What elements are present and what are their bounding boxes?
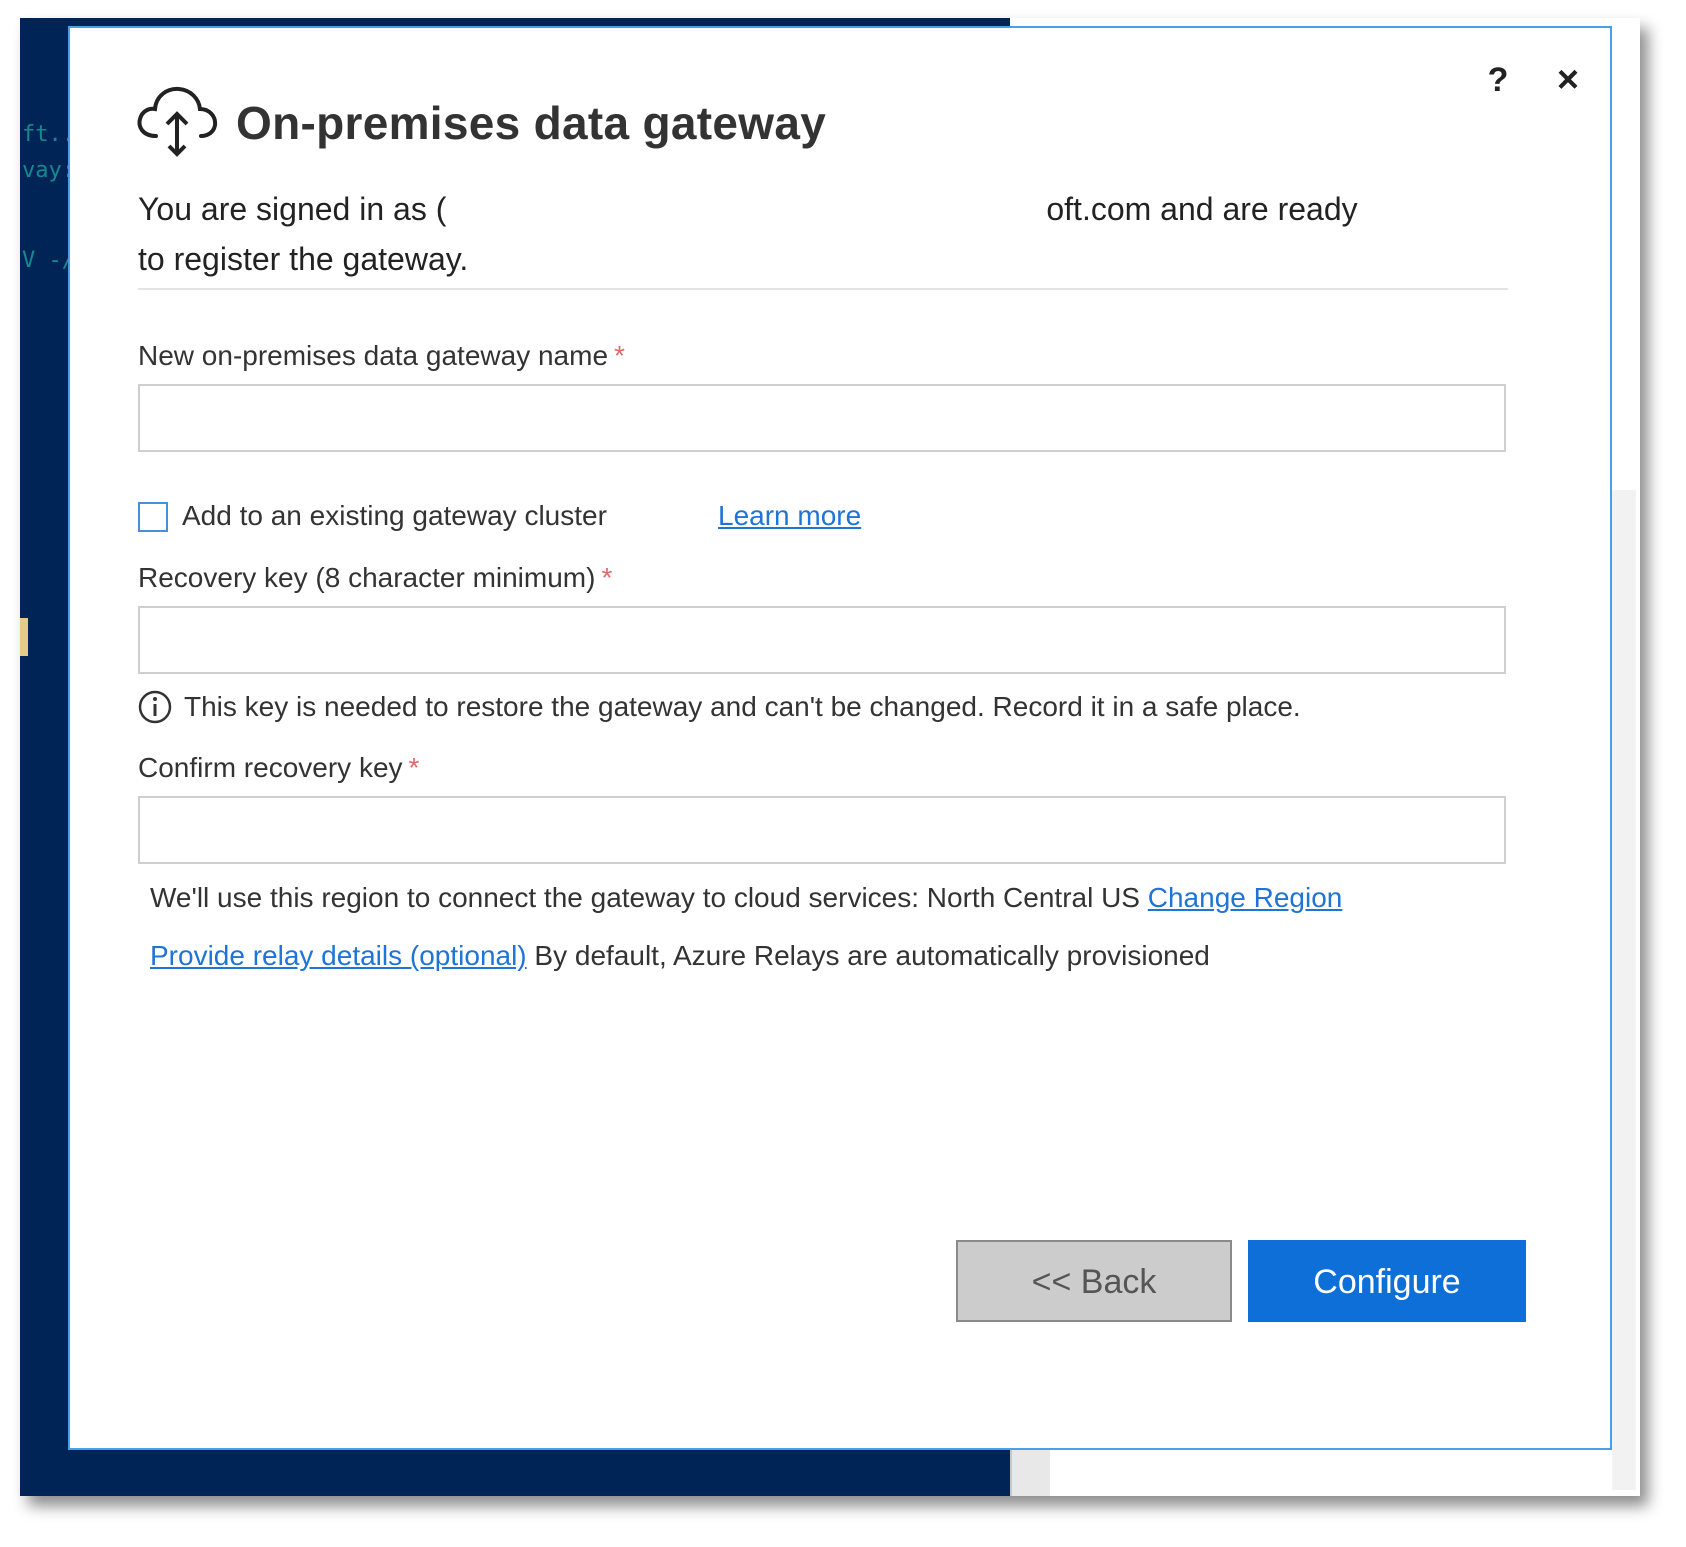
- required-marker: *: [408, 752, 420, 783]
- recovery-key-label: Recovery key (8 character minimum) *: [138, 562, 613, 593]
- gateway-dialog: ? × On-premises data gateway You are sig…: [68, 26, 1612, 1450]
- confirm-key-label: Confirm recovery key *: [138, 752, 420, 783]
- region-text: We'll use this region to connect the gat…: [150, 882, 1140, 913]
- header-divider: [138, 288, 1508, 290]
- change-region-link[interactable]: Change Region: [1148, 882, 1343, 913]
- gateway-name-label: New on-premises data gateway name *: [138, 340, 625, 371]
- recovery-key-input[interactable]: [138, 606, 1506, 674]
- signed-in-suffix: oft.com and are ready: [1046, 191, 1358, 227]
- back-button[interactable]: << Back: [956, 1240, 1232, 1322]
- signed-in-line2: to register the gateway.: [138, 241, 469, 277]
- background-strip: [1010, 1450, 1050, 1496]
- add-cluster-checkbox[interactable]: [138, 502, 168, 532]
- terminal-cursor-marker: [20, 618, 28, 656]
- configure-button[interactable]: Configure: [1248, 1240, 1526, 1322]
- required-marker: *: [614, 340, 625, 371]
- relay-text: By default, Azure Relays are automatical…: [534, 940, 1210, 971]
- add-cluster-label: Add to an existing gateway cluster: [182, 500, 607, 531]
- info-icon: [138, 690, 172, 724]
- info-text: This key is needed to restore the gatewa…: [184, 691, 1301, 722]
- background-scrollbar: [1612, 490, 1636, 1490]
- region-line: We'll use this region to connect the gat…: [150, 882, 1342, 914]
- relay-line: Provide relay details (optional) By defa…: [150, 940, 1210, 972]
- signed-in-text: You are signed in as ( oft.com and are re…: [138, 184, 1508, 284]
- signed-in-prefix: You are signed in as (: [138, 191, 447, 227]
- redacted-email: [446, 200, 1046, 220]
- dialog-title: On-premises data gateway: [236, 97, 827, 149]
- close-button[interactable]: ×: [1548, 58, 1588, 102]
- confirm-key-input[interactable]: [138, 796, 1506, 864]
- help-button[interactable]: ?: [1478, 58, 1518, 102]
- gateway-name-input[interactable]: [138, 384, 1506, 452]
- recovery-key-info: This key is needed to restore the gatewa…: [138, 690, 1301, 724]
- relay-details-link[interactable]: Provide relay details (optional): [150, 940, 527, 971]
- required-marker: *: [601, 562, 613, 593]
- cloud-upload-icon: [137, 86, 218, 157]
- learn-more-link[interactable]: Learn more: [718, 500, 861, 532]
